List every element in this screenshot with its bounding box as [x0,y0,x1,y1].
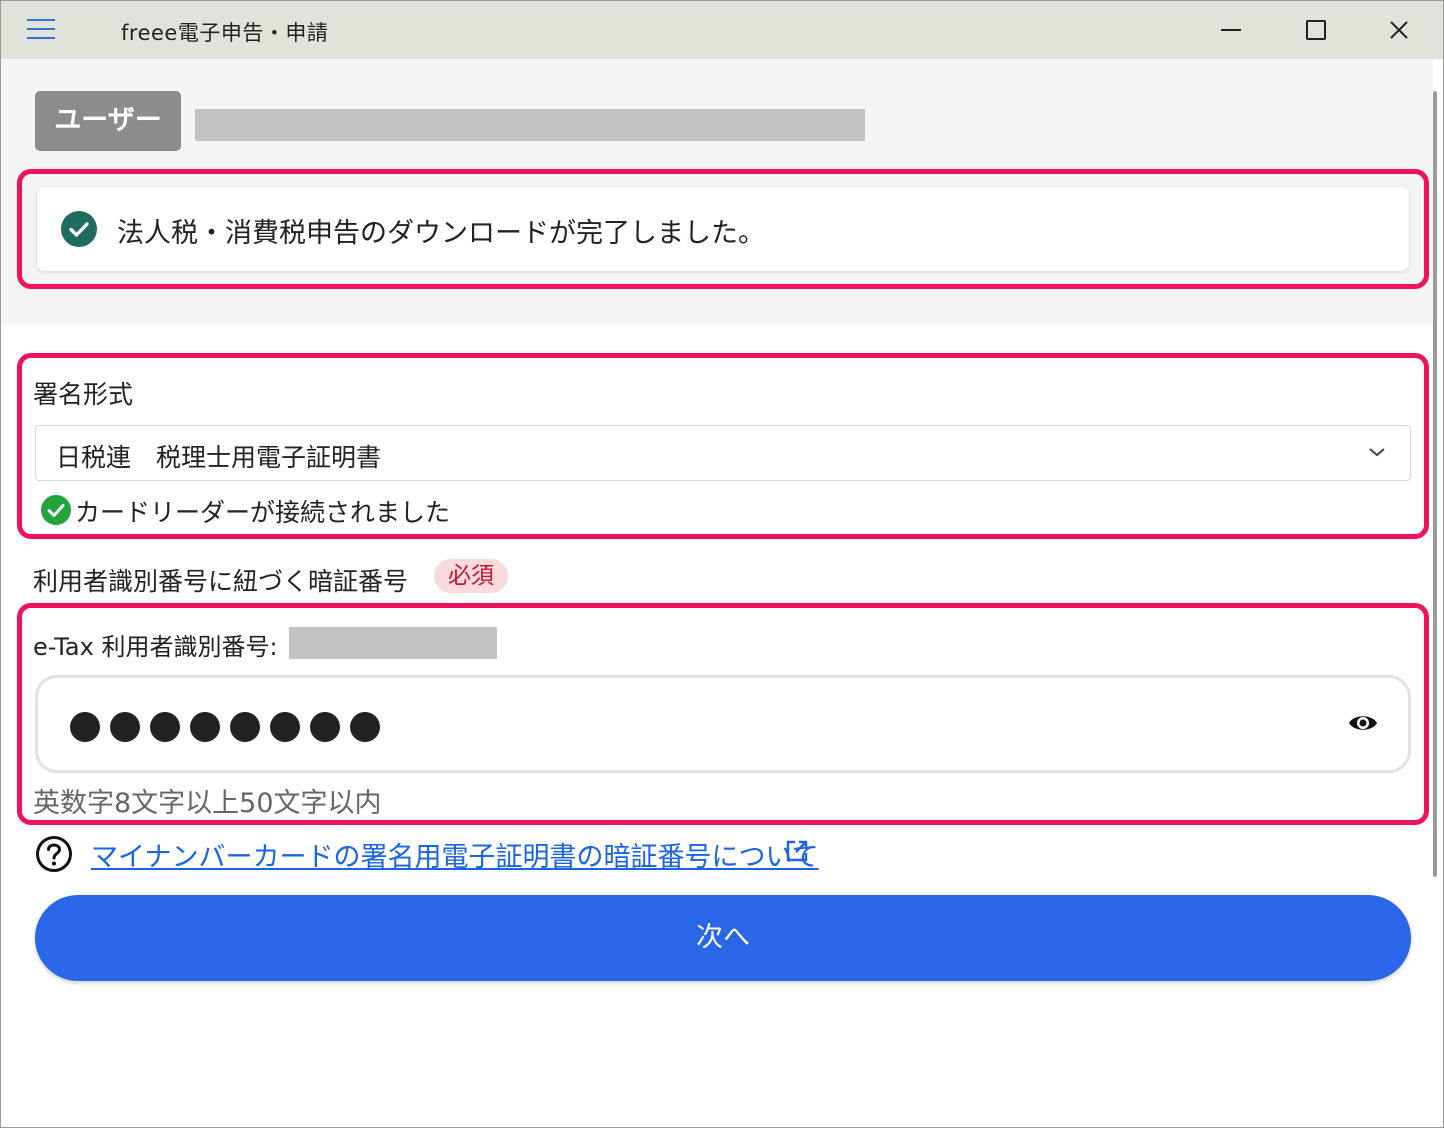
scrollbar[interactable] [1433,91,1437,877]
help-icon [36,836,72,872]
menu-icon[interactable] [27,19,55,41]
external-link-icon[interactable] [785,839,809,863]
highlight-frame-notice [17,169,1429,289]
close-icon [1390,21,1408,39]
user-label: ユーザー [35,91,181,151]
required-badge: 必須 [434,559,508,593]
redacted-user-name [195,109,865,141]
app-window: freee電子申告・申請 ユーザー 法人税・消費税申告のダウンロードが完了しまし… [0,0,1444,1128]
pin-help-link[interactable]: マイナンバーカードの署名用電子証明書の暗証番号について [91,835,819,874]
highlight-frame-pin [17,603,1429,825]
maximize-button[interactable] [1293,11,1337,49]
pin-label: 利用者識別番号に紐づく暗証番号 [33,567,409,596]
title-bar: freee電子申告・申請 [1,1,1443,59]
close-button[interactable] [1377,11,1421,49]
next-button[interactable]: 次へ [35,895,1411,981]
window-title: freee電子申告・申請 [121,21,329,45]
minimize-button[interactable] [1209,11,1253,49]
highlight-frame-signature [17,353,1429,539]
